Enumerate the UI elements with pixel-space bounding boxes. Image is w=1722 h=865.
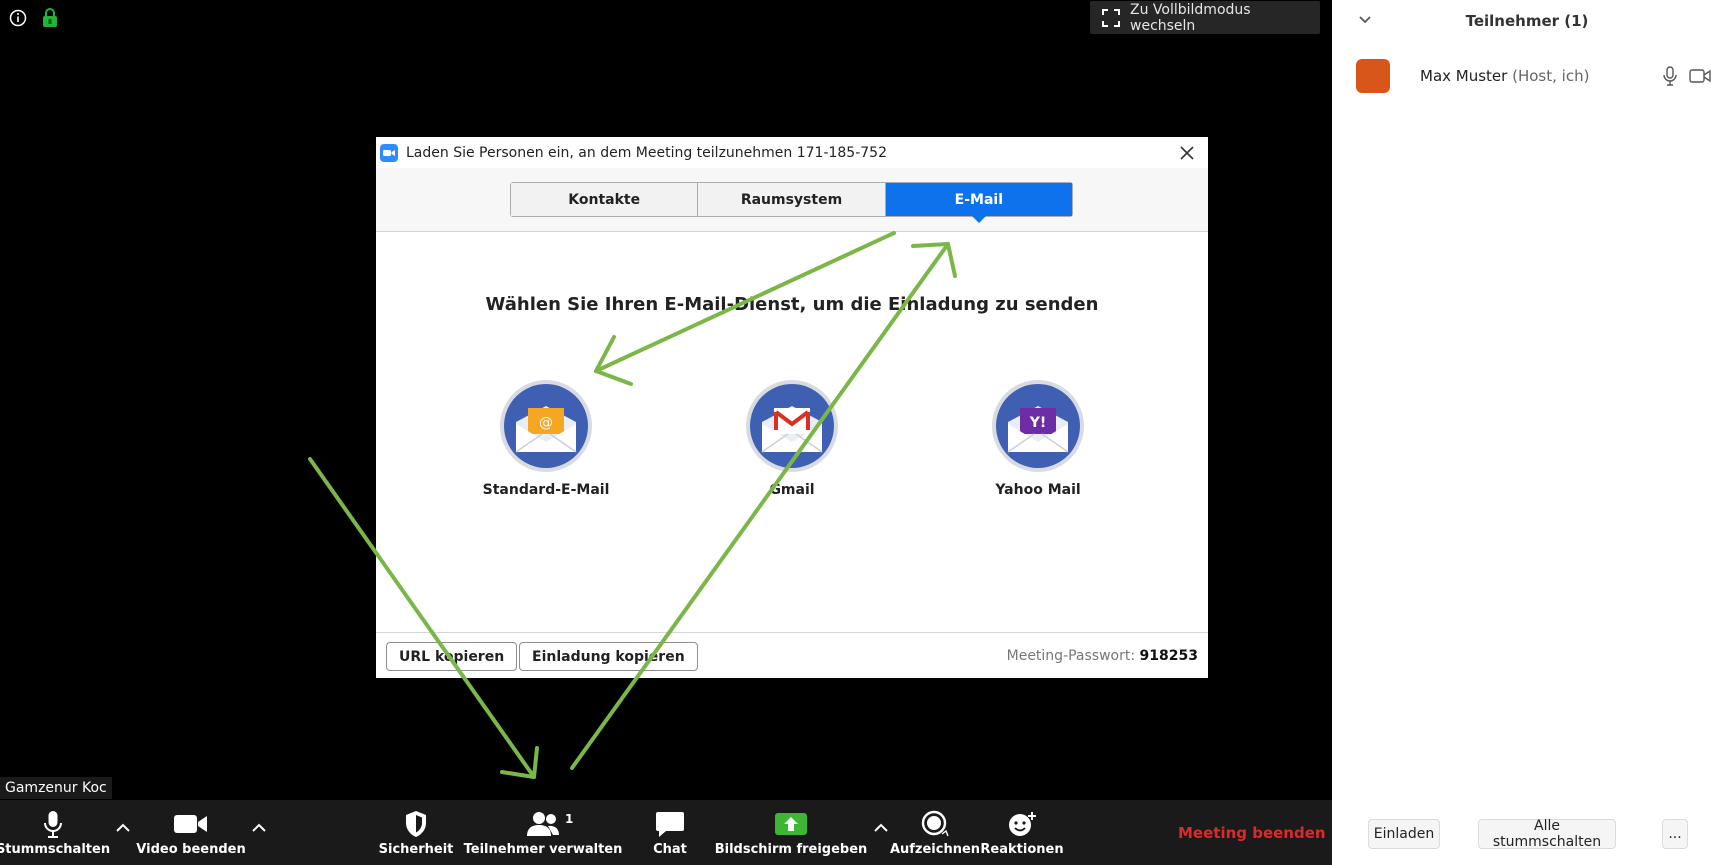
record-label: Aufzeichnen bbox=[889, 842, 981, 857]
dialog-footer: URL kopieren Einladung kopieren Meeting-… bbox=[376, 632, 1208, 678]
participant-name: Max Muster bbox=[1420, 67, 1508, 85]
smiley-plus-icon bbox=[1009, 812, 1036, 836]
participants-count-badge: 1 bbox=[565, 812, 574, 826]
info-icon[interactable] bbox=[9, 9, 27, 27]
video-camera-icon bbox=[1689, 69, 1711, 83]
chat-bubble-icon bbox=[656, 812, 684, 837]
tabs-bar: Kontakte Raumsystem E-Mail bbox=[376, 168, 1208, 232]
stop-video-button[interactable]: Video beenden bbox=[136, 800, 246, 865]
video-name-tag: Gamzenur Koc bbox=[0, 777, 112, 799]
participants-label: Teilnehmer verwalten bbox=[463, 842, 623, 857]
dialog-title: Laden Sie Personen ein, an dem Meeting t… bbox=[406, 144, 887, 161]
video-camera-icon bbox=[174, 815, 207, 833]
copy-invitation-button[interactable]: Einladung kopieren bbox=[519, 642, 698, 671]
mute-all-button[interactable]: Alle stummschalten bbox=[1478, 818, 1616, 850]
share-screen-icon bbox=[775, 813, 807, 835]
service-label: Gmail bbox=[769, 482, 815, 498]
yahoo-mail-icon: Y! bbox=[992, 380, 1084, 472]
participant-name-wrap: Max Muster (Host, ich) bbox=[1420, 67, 1589, 85]
participants-title: Teilnehmer (1) bbox=[1465, 12, 1589, 30]
record-button[interactable]: Aufzeichnen bbox=[889, 800, 981, 865]
svg-text:@: @ bbox=[539, 415, 553, 431]
copy-url-button[interactable]: URL kopieren bbox=[386, 642, 518, 671]
avatar bbox=[1356, 59, 1390, 93]
fullscreen-label: Zu Vollbildmodus wechseln bbox=[1130, 1, 1251, 34]
invite-tabs: Kontakte Raumsystem E-Mail bbox=[510, 182, 1073, 223]
reactions-button[interactable]: Reaktionen bbox=[980, 800, 1064, 865]
shield-icon bbox=[406, 811, 426, 837]
share-label: Bildschirm freigeben bbox=[714, 842, 868, 857]
service-yahoo-mail[interactable]: Y! Yahoo Mail bbox=[948, 378, 1128, 498]
service-gmail[interactable]: Gmail bbox=[702, 378, 882, 498]
chevron-up-icon[interactable] bbox=[251, 822, 267, 834]
video-label: Video beenden bbox=[136, 842, 246, 857]
password-label: Meeting-Passwort: bbox=[1006, 648, 1136, 664]
participants-icon bbox=[527, 812, 559, 836]
default-mail-icon: @ bbox=[500, 380, 592, 472]
invite-dialog: Laden Sie Personen ein, an dem Meeting t… bbox=[376, 137, 1208, 678]
service-default-mail[interactable]: @ Standard-E-Mail bbox=[456, 378, 636, 498]
chat-label: Chat bbox=[653, 842, 687, 857]
participant-role: (Host, ich) bbox=[1512, 67, 1590, 85]
mute-button[interactable]: Stummschalten bbox=[0, 800, 110, 865]
service-label: Standard-E-Mail bbox=[482, 482, 610, 498]
svg-text:Y!: Y! bbox=[1029, 415, 1047, 431]
record-icon bbox=[921, 810, 949, 837]
microphone-icon bbox=[1663, 66, 1677, 86]
email-service-heading: Wählen Sie Ihren E-Mail-Dienst, um die E… bbox=[485, 294, 1099, 315]
participant-row[interactable]: Max Muster (Host, ich) bbox=[1332, 56, 1722, 96]
meeting-toolbar: Stummschalten Video beenden Sicherheit T… bbox=[0, 800, 1332, 865]
zoom-window: Zu Vollbildmodus wechseln Gamzenur Koc L… bbox=[0, 0, 1722, 865]
dialog-body: Wählen Sie Ihren E-Mail-Dienst, um die E… bbox=[376, 232, 1208, 632]
tab-email[interactable]: E-Mail bbox=[885, 183, 1072, 223]
end-meeting-button[interactable]: Meeting beenden bbox=[1178, 824, 1326, 842]
share-screen-button[interactable]: Bildschirm freigeben bbox=[714, 800, 868, 865]
close-icon[interactable] bbox=[1178, 144, 1196, 162]
reactions-label: Reaktionen bbox=[980, 842, 1064, 857]
mute-label: Stummschalten bbox=[0, 842, 111, 857]
invite-button[interactable]: Einladen bbox=[1368, 819, 1440, 849]
encryption-lock-icon[interactable] bbox=[42, 8, 58, 28]
fullscreen-button[interactable]: Zu Vollbildmodus wechseln bbox=[1090, 1, 1320, 34]
gmail-icon bbox=[746, 380, 838, 472]
dialog-titlebar: Laden Sie Personen ein, an dem Meeting t… bbox=[376, 137, 1208, 168]
tab-contacts[interactable]: Kontakte bbox=[511, 183, 699, 216]
microphone-icon bbox=[44, 811, 62, 838]
fullscreen-icon bbox=[1102, 8, 1120, 27]
chevron-up-icon[interactable] bbox=[873, 822, 889, 834]
chat-button[interactable]: Chat bbox=[640, 800, 700, 865]
service-label: Yahoo Mail bbox=[995, 482, 1081, 498]
participants-panel: Teilnehmer (1) Max Muster (Host, ich) Ei… bbox=[1332, 0, 1722, 865]
manage-participants-button[interactable]: Teilnehmer verwalten bbox=[464, 800, 622, 865]
security-button[interactable]: Sicherheit bbox=[378, 800, 454, 865]
chevron-up-icon[interactable] bbox=[115, 822, 131, 834]
password-value: 918253 bbox=[1139, 648, 1198, 664]
meeting-password: Meeting-Passwort: 918253 bbox=[1007, 648, 1198, 664]
tab-room-system[interactable]: Raumsystem bbox=[698, 183, 886, 216]
zoom-app-icon bbox=[380, 143, 398, 162]
security-label: Sicherheit bbox=[378, 842, 454, 857]
more-options-button[interactable]: ... bbox=[1662, 819, 1688, 849]
